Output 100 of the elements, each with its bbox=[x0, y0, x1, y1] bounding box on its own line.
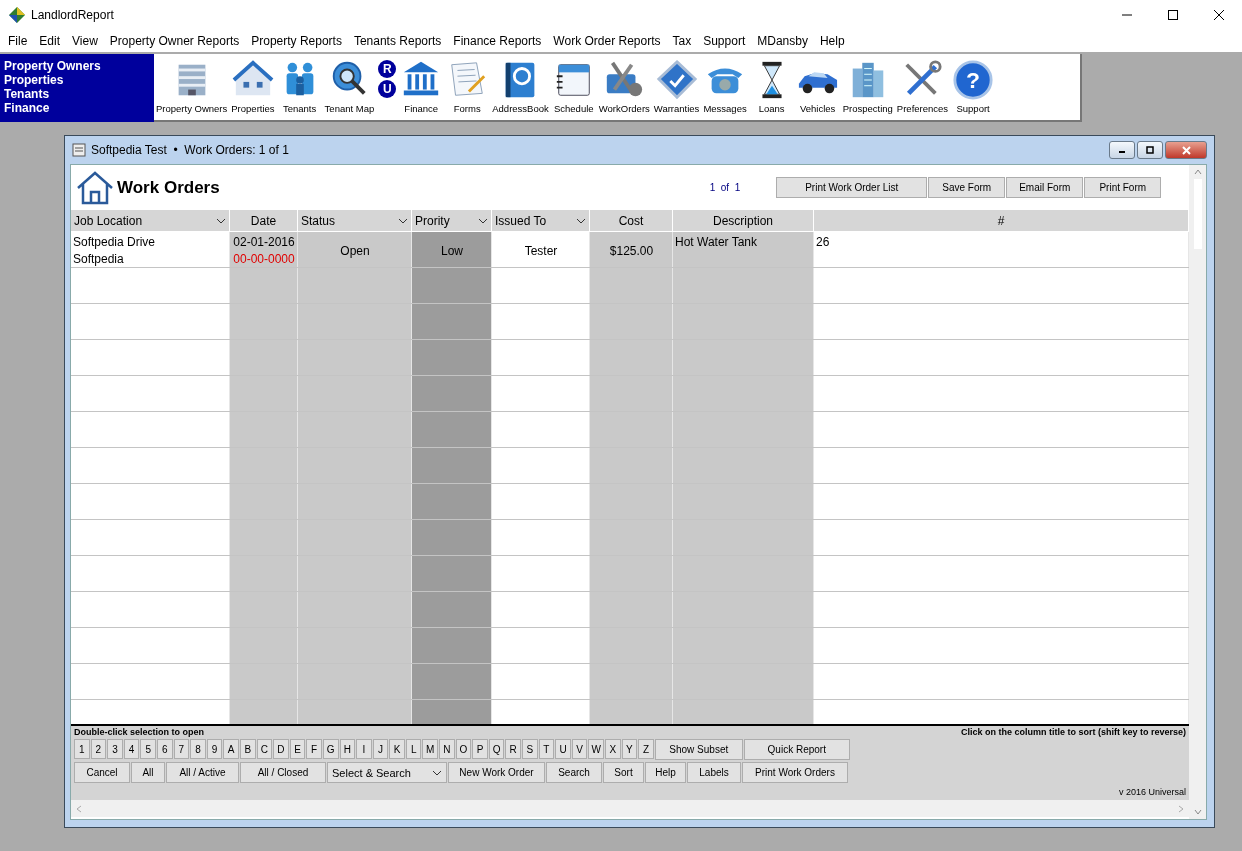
letter-filter-button[interactable]: 2 bbox=[90, 739, 107, 759]
filter-button[interactable]: All / Closed bbox=[240, 762, 326, 783]
letter-filter-button[interactable]: T bbox=[538, 739, 555, 759]
letter-filter-button[interactable]: O bbox=[455, 739, 472, 759]
toolbar-button[interactable]: WorkOrders bbox=[596, 59, 652, 114]
quick-link[interactable]: Property Owners bbox=[4, 59, 154, 73]
scroll-up-icon[interactable] bbox=[1193, 169, 1202, 175]
letter-filter-button[interactable]: 1 bbox=[74, 739, 90, 759]
toolbar-button[interactable]: ? Support bbox=[950, 59, 997, 114]
letter-filter-button[interactable]: B bbox=[239, 739, 256, 759]
letter-filter-button[interactable]: J bbox=[372, 739, 389, 759]
column-header[interactable]: Job Location bbox=[71, 210, 230, 231]
menu-item[interactable]: Help bbox=[813, 34, 851, 48]
toolbar-button[interactable]: Warranties bbox=[651, 59, 702, 114]
toolbar-button[interactable]: AddressBook bbox=[490, 59, 551, 114]
toolbar-button[interactable]: Tenant Map bbox=[322, 59, 377, 114]
letter-filter-button[interactable]: 9 bbox=[206, 739, 223, 759]
column-header[interactable]: # bbox=[814, 210, 1189, 231]
menu-item[interactable]: View bbox=[66, 34, 104, 48]
letter-filter-button[interactable]: 5 bbox=[140, 739, 156, 759]
form-button[interactable]: Email Form bbox=[1006, 177, 1084, 198]
toolbar-button[interactable]: Prospecting bbox=[840, 59, 895, 114]
toolbar-button[interactable]: Loans bbox=[748, 59, 795, 114]
column-header[interactable]: Date bbox=[230, 210, 298, 231]
letter-filter-button[interactable]: E bbox=[289, 739, 306, 759]
letter-filter-button[interactable]: 6 bbox=[156, 739, 173, 759]
scroll-right-icon[interactable] bbox=[1178, 804, 1184, 813]
form-button[interactable]: Print Form bbox=[1084, 177, 1162, 198]
menu-item[interactable]: Property Reports bbox=[245, 34, 348, 48]
toolbar-button[interactable]: Preferences bbox=[894, 59, 951, 114]
toolbar-button[interactable]: Tenants bbox=[276, 59, 323, 114]
letter-filter-button[interactable]: 8 bbox=[190, 739, 206, 759]
letter-filter-button[interactable]: D bbox=[273, 739, 289, 759]
letter-filter-button[interactable]: 7 bbox=[173, 739, 190, 759]
menu-item[interactable]: File bbox=[2, 34, 34, 48]
letter-filter-button[interactable]: R bbox=[505, 739, 522, 759]
filter-button[interactable]: All bbox=[131, 762, 165, 783]
minimize-button[interactable] bbox=[1109, 141, 1135, 159]
letter-filter-button[interactable]: Y bbox=[621, 739, 638, 759]
action-button[interactable]: New Work Order bbox=[448, 762, 545, 783]
menu-item[interactable]: MDansby bbox=[751, 34, 814, 48]
letter-filter-button[interactable]: 3 bbox=[107, 739, 123, 759]
letter-filter-button[interactable]: G bbox=[322, 739, 339, 759]
menu-item[interactable]: Finance Reports bbox=[447, 34, 548, 48]
letter-badge[interactable]: U bbox=[378, 80, 397, 98]
action-button[interactable]: Show Subset bbox=[654, 739, 743, 760]
menu-item[interactable]: Edit bbox=[33, 34, 67, 48]
action-button[interactable]: Print Work Orders bbox=[742, 762, 848, 783]
action-button[interactable]: Search bbox=[546, 762, 602, 783]
toolbar-button[interactable]: Property Owners bbox=[154, 59, 230, 114]
letter-filter-button[interactable]: U bbox=[555, 739, 571, 759]
column-header[interactable]: Cost bbox=[590, 210, 673, 231]
letter-filter-button[interactable]: X bbox=[605, 739, 621, 759]
action-button[interactable]: Labels bbox=[687, 762, 741, 783]
toolbar-button[interactable]: Schedule bbox=[550, 59, 597, 114]
toolbar-button[interactable]: Forms bbox=[444, 59, 491, 114]
toolbar-button[interactable]: Vehicles bbox=[794, 59, 841, 114]
letter-badge[interactable]: R bbox=[378, 60, 397, 78]
toolbar-button[interactable]: Finance bbox=[398, 59, 445, 114]
menu-item[interactable]: Support bbox=[697, 34, 752, 48]
column-header[interactable]: Status bbox=[298, 210, 412, 231]
toolbar-button[interactable]: Properties bbox=[229, 59, 277, 114]
letter-filter-button[interactable]: C bbox=[256, 739, 273, 759]
letter-filter-button[interactable]: Z bbox=[638, 739, 654, 759]
filter-button[interactable]: All / Active bbox=[166, 762, 239, 783]
letter-filter-button[interactable]: L bbox=[405, 739, 422, 759]
action-button[interactable]: Help bbox=[645, 762, 686, 783]
filter-button[interactable]: Cancel bbox=[74, 762, 130, 783]
menu-item[interactable]: Tax bbox=[666, 34, 698, 48]
letter-filter-button[interactable]: Q bbox=[488, 739, 505, 759]
menu-item[interactable]: Work Order Reports bbox=[547, 34, 667, 48]
quick-link[interactable]: Properties bbox=[4, 73, 154, 87]
letter-filter-button[interactable]: M bbox=[422, 739, 439, 759]
menu-item[interactable]: Property Owner Reports bbox=[103, 34, 246, 48]
scroll-down-icon[interactable] bbox=[1193, 809, 1202, 815]
column-header[interactable]: Description bbox=[673, 210, 814, 231]
close-button[interactable] bbox=[1165, 141, 1207, 159]
letter-filter-button[interactable]: W bbox=[588, 739, 604, 759]
quick-link[interactable]: Finance bbox=[4, 101, 154, 115]
letter-filter-button[interactable]: F bbox=[306, 739, 322, 759]
horizontal-scrollbar[interactable] bbox=[71, 800, 1189, 817]
search-dropdown[interactable]: Select & Search bbox=[327, 762, 447, 783]
vertical-scrollbar[interactable] bbox=[1189, 165, 1206, 819]
column-header[interactable]: Prority bbox=[412, 210, 492, 231]
column-header[interactable]: Issued To bbox=[492, 210, 590, 231]
restore-button[interactable] bbox=[1137, 141, 1163, 159]
scroll-left-icon[interactable] bbox=[76, 804, 82, 813]
letter-filter-button[interactable]: P bbox=[472, 739, 488, 759]
letter-filter-button[interactable]: H bbox=[339, 739, 356, 759]
letter-filter-button[interactable]: K bbox=[389, 739, 405, 759]
toolbar-button[interactable]: Messages bbox=[701, 59, 749, 114]
action-button[interactable]: Sort bbox=[603, 762, 644, 783]
letter-filter-button[interactable]: 4 bbox=[123, 739, 140, 759]
letter-filter-button[interactable]: I bbox=[356, 739, 372, 759]
letter-filter-button[interactable]: V bbox=[571, 739, 588, 759]
action-button[interactable]: Quick Report bbox=[743, 739, 850, 760]
letter-filter-button[interactable]: N bbox=[439, 739, 455, 759]
form-button[interactable]: Save Form bbox=[928, 177, 1006, 198]
menu-item[interactable]: Tenants Reports bbox=[347, 34, 448, 48]
quick-link[interactable]: Tenants bbox=[4, 87, 154, 101]
